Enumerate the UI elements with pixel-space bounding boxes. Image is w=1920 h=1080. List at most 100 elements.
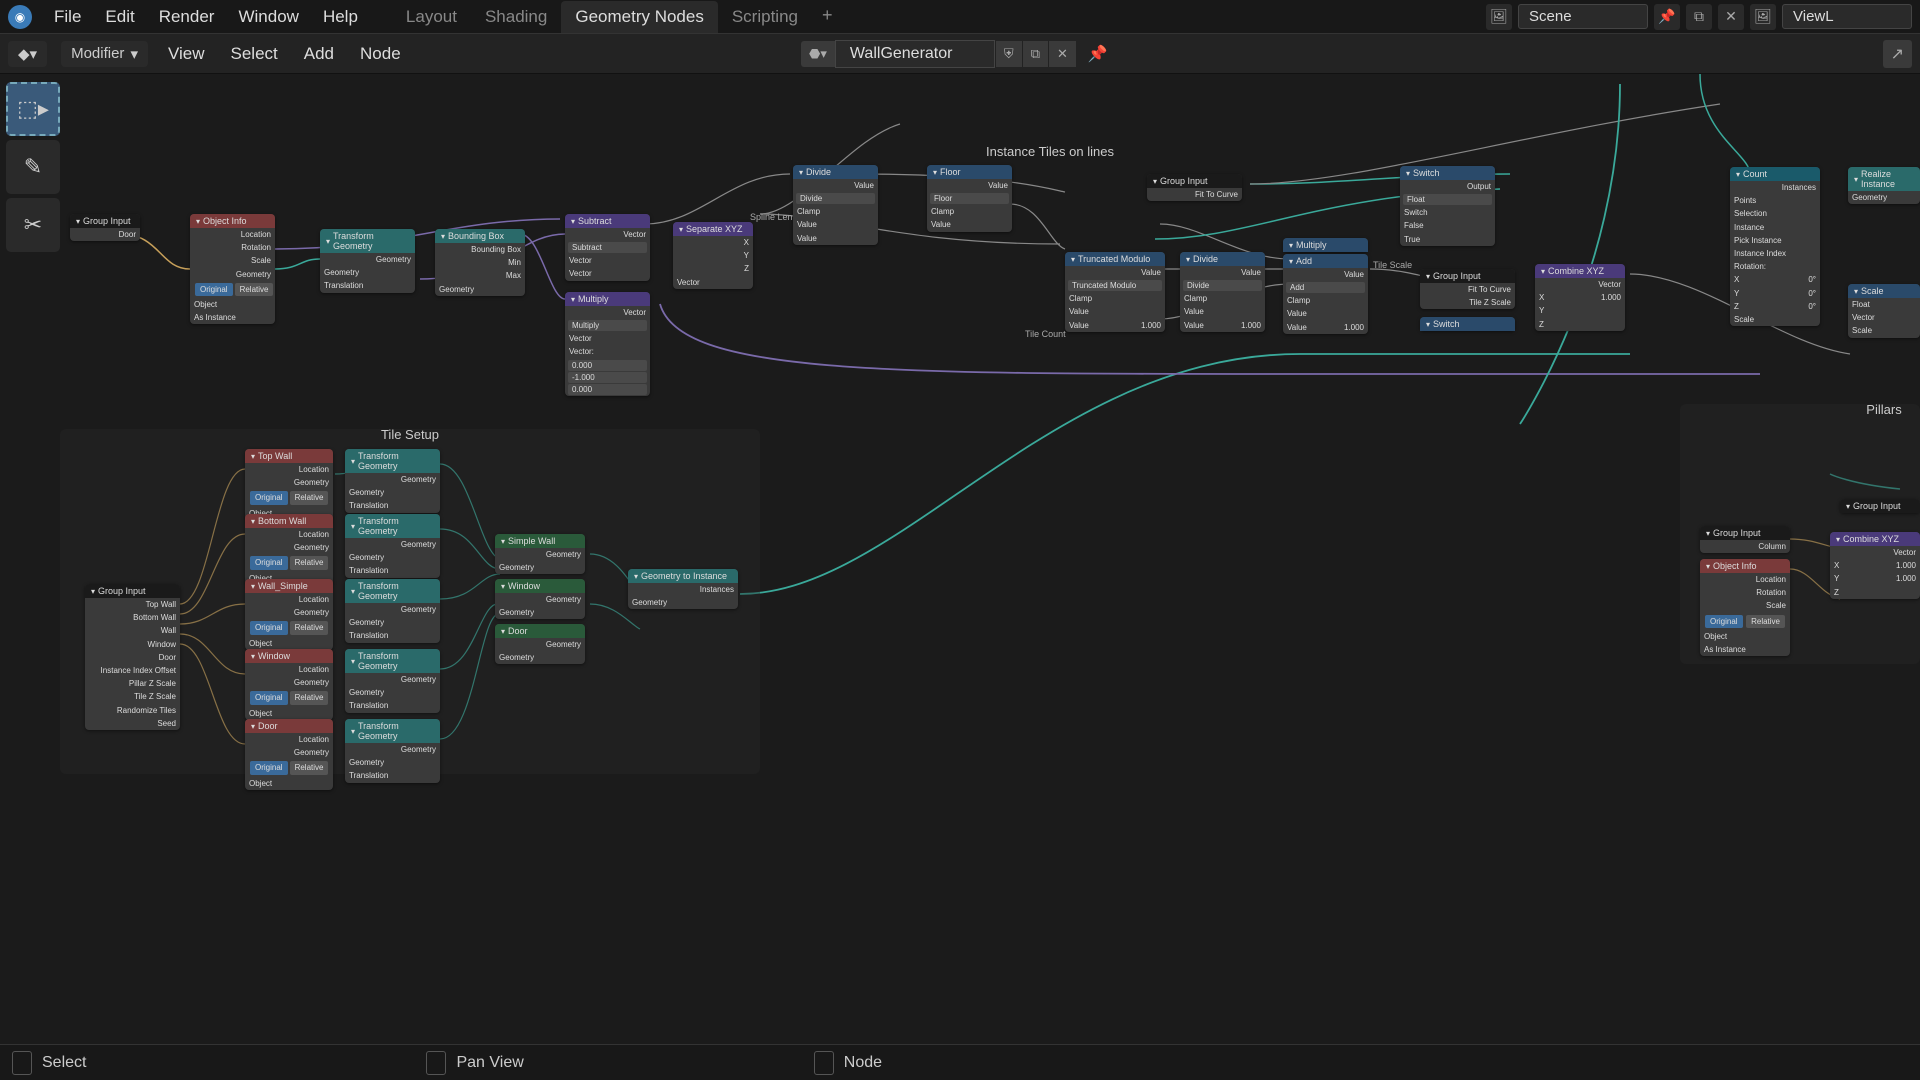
pill[interactable]: Original: [250, 691, 288, 704]
node-realize-instances[interactable]: Realize Instance Geometry: [1848, 167, 1920, 204]
scene-browse-icon[interactable]: 🖼: [1486, 4, 1512, 30]
pin-icon[interactable]: 📌: [1088, 44, 1108, 64]
pill[interactable]: Original: [250, 491, 288, 504]
node-header[interactable]: Object Info: [1700, 559, 1790, 573]
value[interactable]: 1.000: [1896, 560, 1916, 571]
value[interactable]: 1.000: [1141, 320, 1161, 331]
node-header[interactable]: Transform Geometry: [345, 649, 440, 673]
dropdown[interactable]: Divide: [1183, 280, 1262, 291]
node-wall-simple[interactable]: Wall_Simple Location Geometry OriginalRe…: [245, 579, 333, 650]
pill[interactable]: Original: [195, 283, 233, 296]
tab-geometry-nodes[interactable]: Geometry Nodes: [561, 1, 718, 33]
dropdown[interactable]: Truncated Modulo: [1068, 280, 1162, 291]
menu-window[interactable]: Window: [228, 3, 308, 31]
node-group-input-a[interactable]: Group Input Door: [70, 214, 140, 241]
dropdown[interactable]: Multiply: [568, 320, 647, 331]
node-header[interactable]: Combine XYZ: [1830, 532, 1920, 546]
node-switch2[interactable]: Switch: [1420, 317, 1515, 331]
pill[interactable]: Relative: [1746, 615, 1785, 628]
header-menu-select[interactable]: Select: [225, 40, 284, 68]
node-header[interactable]: Transform Geometry: [345, 719, 440, 743]
node-header[interactable]: Object Info: [190, 214, 275, 228]
tool-select-box[interactable]: ⬚▸: [6, 82, 60, 136]
pill[interactable]: Original: [250, 621, 288, 634]
node-header[interactable]: Divide: [1180, 252, 1265, 266]
dropdown[interactable]: Subtract: [568, 242, 647, 253]
tree-type-dropdown[interactable]: Modifier ▾: [61, 41, 148, 67]
node-header[interactable]: Group Input: [1420, 269, 1515, 283]
node-header[interactable]: Realize Instance: [1848, 167, 1920, 191]
pill[interactable]: Original: [250, 556, 288, 569]
node-transform-geo-3[interactable]: Transform Geometry Geometry Geometry Tra…: [345, 579, 440, 643]
node-header[interactable]: Simple Wall: [495, 534, 585, 548]
node-divide2[interactable]: Divide Value Divide Clamp Value Value1.0…: [1180, 252, 1265, 332]
pill[interactable]: Relative: [290, 761, 329, 774]
pill[interactable]: Relative: [290, 491, 329, 504]
value[interactable]: 1.000: [1601, 292, 1621, 303]
node-header[interactable]: Floor: [927, 165, 1012, 179]
tool-annotate[interactable]: ✎: [6, 140, 60, 194]
node-separate-xyz[interactable]: Separate XYZ X Y Z Vector: [673, 222, 753, 289]
node-bottom-wall[interactable]: Bottom Wall Location Geometry OriginalRe…: [245, 514, 333, 585]
node-header[interactable]: Wall_Simple: [245, 579, 333, 593]
node-header[interactable]: Count: [1730, 167, 1820, 181]
node-header[interactable]: Bounding Box: [435, 229, 525, 243]
pill[interactable]: Relative: [290, 556, 329, 569]
header-menu-add[interactable]: Add: [298, 40, 340, 68]
dropdown[interactable]: Divide: [796, 193, 875, 204]
menu-help[interactable]: Help: [313, 3, 368, 31]
node-header[interactable]: Separate XYZ: [673, 222, 753, 236]
node-header[interactable]: Add: [1283, 254, 1368, 268]
node-combine-xyz-2[interactable]: Combine XYZ Vector X1.000 Y1.000 Z: [1830, 532, 1920, 599]
header-menu-node[interactable]: Node: [354, 40, 407, 68]
node-header[interactable]: Transform Geometry: [345, 514, 440, 538]
node-header[interactable]: Divide: [793, 165, 878, 179]
blender-logo-icon[interactable]: ◉: [8, 5, 32, 29]
node-header[interactable]: Switch: [1400, 166, 1495, 180]
shield-icon[interactable]: ⛨: [995, 41, 1022, 67]
node-object-info[interactable]: Object Info Location Rotation Scale Geom…: [190, 214, 275, 324]
node-group-input-c[interactable]: Group Input Fit To Curve Tile Z Scale: [1420, 269, 1515, 309]
node-switch[interactable]: Switch Output Float Switch False True: [1400, 166, 1495, 246]
value[interactable]: 0.000: [568, 384, 647, 395]
pill[interactable]: Relative: [235, 283, 274, 296]
node-window-obj[interactable]: Window Location Geometry OriginalRelativ…: [245, 649, 333, 720]
node-transform-geo-4[interactable]: Transform Geometry Geometry Geometry Tra…: [345, 649, 440, 713]
pill[interactable]: Original: [250, 761, 288, 774]
viewlayer-browse-icon[interactable]: 🖼: [1750, 4, 1776, 30]
node-transform-geometry[interactable]: Transform Geometry Geometry Geometry Tra…: [320, 229, 415, 293]
menu-render[interactable]: Render: [149, 3, 225, 31]
value[interactable]: 1.000: [1896, 573, 1916, 584]
node-bounding-box[interactable]: Bounding Box Bounding Box Min Max Geomet…: [435, 229, 525, 296]
node-header[interactable]: Door: [495, 624, 585, 638]
node-header[interactable]: Combine XYZ: [1535, 264, 1625, 278]
pill[interactable]: Relative: [290, 691, 329, 704]
fake-user-icon[interactable]: ⧉: [1022, 41, 1048, 67]
node-header[interactable]: Geometry to Instance: [628, 569, 738, 583]
node-header[interactable]: Window: [245, 649, 333, 663]
menu-edit[interactable]: Edit: [95, 3, 144, 31]
node-transform-geo-2[interactable]: Transform Geometry Geometry Geometry Tra…: [345, 514, 440, 578]
node-door[interactable]: Door Geometry Geometry: [495, 624, 585, 664]
pill[interactable]: Relative: [290, 621, 329, 634]
node-group-input-e[interactable]: Group Input Column: [1700, 526, 1790, 553]
tool-links-cut[interactable]: ✂: [6, 198, 60, 252]
node-add[interactable]: Add Value Add Clamp Value Value1.000: [1283, 254, 1368, 334]
node-header[interactable]: Door: [245, 719, 333, 733]
node-editor-canvas[interactable]: Group Input Door Object Info Location Ro…: [0, 74, 1920, 1044]
node-trunc-modulo[interactable]: Truncated Modulo Value Truncated Modulo …: [1065, 252, 1165, 332]
node-header[interactable]: Group Input: [1147, 174, 1242, 188]
node-header[interactable]: Group Input: [1700, 526, 1790, 540]
node-header[interactable]: Transform Geometry: [345, 449, 440, 473]
node-header[interactable]: Truncated Modulo: [1065, 252, 1165, 266]
value[interactable]: 0.000: [568, 360, 647, 371]
node-divide[interactable]: Divide Value Divide Clamp Value Value: [793, 165, 878, 245]
value[interactable]: 0°: [1808, 274, 1816, 285]
dropdown[interactable]: Float: [1403, 194, 1492, 205]
node-geometry-to-instance[interactable]: Geometry to Instance Instances Geometry: [628, 569, 738, 609]
node-header[interactable]: Transform Geometry: [320, 229, 415, 253]
node-transform-geo-1[interactable]: Transform Geometry Geometry Geometry Tra…: [345, 449, 440, 513]
dropdown[interactable]: Floor: [930, 193, 1009, 204]
node-floor[interactable]: Floor Value Floor Clamp Value: [927, 165, 1012, 232]
tab-shading[interactable]: Shading: [471, 1, 561, 33]
